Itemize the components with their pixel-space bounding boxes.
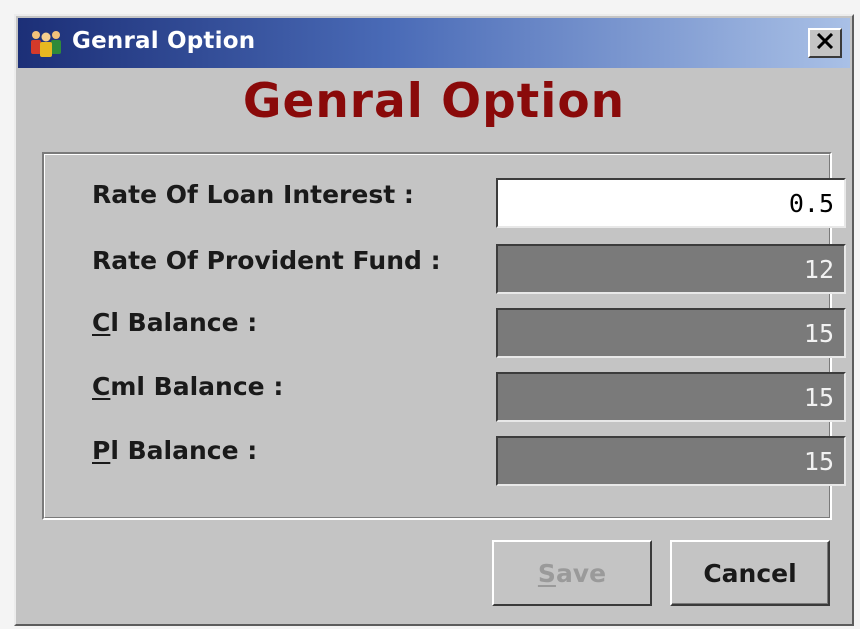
loan-interest-label: Rate Of Loan Interest : (92, 180, 414, 209)
provident-fund-label: Rate Of Provident Fund : (92, 246, 441, 275)
general-option-dialog: Genral Option Genral Option Rate Of Loan… (14, 14, 854, 626)
people-group-icon (28, 28, 64, 58)
cml-balance-label: Cml Balance : (92, 372, 284, 401)
provident-fund-input[interactable] (496, 244, 846, 294)
close-button[interactable] (808, 28, 842, 58)
pl-balance-label: Pl Balance : (92, 436, 258, 465)
window-title: Genral Option (72, 28, 256, 54)
options-group: Rate Of Loan Interest : Rate Of Providen… (42, 152, 846, 520)
title-bar[interactable]: Genral Option (18, 18, 850, 68)
pl-balance-input[interactable] (496, 436, 846, 486)
save-button[interactable]: Save (492, 540, 652, 606)
cml-balance-input[interactable] (496, 372, 846, 422)
dialog-heading: Genral Option (242, 74, 626, 129)
cancel-button[interactable]: Cancel (670, 540, 830, 606)
cl-balance-label: Cl Balance : (92, 308, 258, 337)
loan-interest-input[interactable] (496, 178, 846, 228)
cl-balance-input[interactable] (496, 308, 846, 358)
close-icon (816, 32, 834, 54)
